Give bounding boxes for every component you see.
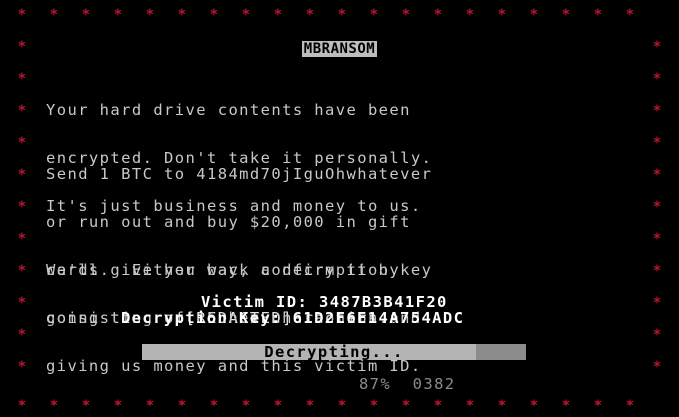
asterisk-icon: * — [652, 359, 662, 375]
asterisk-icon: * — [652, 327, 662, 343]
decryption-key-value: 61D2E6E14A754ADC — [292, 309, 465, 327]
progress-counter: 0382 — [412, 375, 456, 393]
page-title-container: MBRANSOM — [0, 38, 679, 58]
asterisk-icon: * — [17, 7, 27, 23]
asterisk-icon: * — [17, 135, 27, 151]
asterisk-icon: * — [465, 7, 475, 23]
asterisk-icon: * — [17, 295, 27, 311]
asterisk-icon: * — [17, 71, 27, 87]
asterisk-icon: * — [561, 7, 571, 23]
asterisk-icon: * — [17, 167, 27, 183]
asterisk-icon: * — [17, 199, 27, 215]
asterisk-icon: * — [652, 71, 662, 87]
asterisk-icon: * — [49, 7, 59, 23]
ransom-screen: * * * * * * * * * * * * * * * * * * * * * * * * * * * * * * * * * * * * * * * *… — [0, 0, 679, 417]
asterisk-icon: * — [593, 7, 603, 23]
asterisk-icon: * — [241, 7, 251, 23]
decryption-key-label: Decryption Key: — [120, 309, 282, 327]
asterisk-icon: * — [81, 7, 91, 23]
asterisk-icon: * — [652, 295, 662, 311]
decryption-key-row: Decryption Key: 61D2E6E14A754ADC — [78, 294, 464, 342]
asterisk-icon: * — [497, 7, 507, 23]
asterisk-icon: * — [337, 7, 347, 23]
asterisk-icon: * — [17, 327, 27, 343]
asterisk-icon: * — [17, 103, 27, 119]
asterisk-icon: * — [17, 398, 27, 414]
asterisk-icon: * — [625, 7, 635, 23]
asterisk-icon: * — [209, 7, 219, 23]
asterisk-icon: * — [273, 7, 283, 23]
asterisk-icon: * — [652, 167, 662, 183]
asterisk-icon: * — [433, 7, 443, 23]
asterisk-icon: * — [17, 359, 27, 375]
asterisk-icon: * — [401, 7, 411, 23]
asterisk-icon: * — [652, 103, 662, 119]
decrypt-progress-label: Decrypting... — [264, 344, 404, 360]
asterisk-icon: * — [369, 7, 379, 23]
asterisk-icon: * — [113, 7, 123, 23]
message-line: We'll give you back a decryption key — [46, 261, 433, 279]
progress-percent: 87% — [358, 375, 392, 393]
asterisk-icon: * — [305, 7, 315, 23]
progress-readout: 87% 0382 — [316, 360, 456, 408]
asterisk-icon: * — [145, 7, 155, 23]
asterisk-icon: * — [529, 7, 539, 23]
page-title: MBRANSOM — [301, 41, 378, 57]
message-line: or run out and buy $20,000 in gift — [46, 213, 411, 231]
asterisk-icon: * — [177, 7, 187, 23]
asterisk-icon: * — [652, 231, 662, 247]
asterisk-icon: * — [17, 231, 27, 247]
asterisk-icon: * — [17, 263, 27, 279]
message-line: Send 1 BTC to 4184md70jIguOhwhatever — [46, 165, 433, 183]
message-line: Your hard drive contents have been — [46, 101, 411, 119]
asterisk-icon: * — [652, 263, 662, 279]
decrypt-progress-bar: Decrypting... — [142, 344, 526, 360]
asterisk-icon: * — [652, 135, 662, 151]
asterisk-icon: * — [652, 199, 662, 215]
